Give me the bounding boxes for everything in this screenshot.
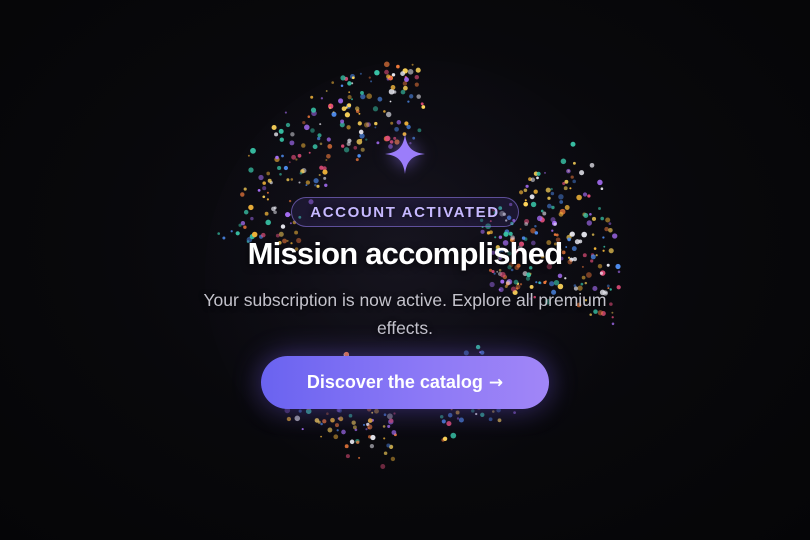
subtitle: Your subscription is now active. Explore… <box>203 290 607 338</box>
cta-label: Discover the catalog <box>306 372 483 392</box>
page-title: Mission accomplished <box>247 236 564 271</box>
arrow-right-icon: → <box>488 372 504 393</box>
sparkle-icon <box>385 134 425 174</box>
success-content: ACCOUNT ACTIVATED Mission accomplished Y… <box>0 0 810 540</box>
discover-catalog-button[interactable]: Discover the catalog → <box>261 356 549 409</box>
status-badge: ACCOUNT ACTIVATED <box>291 197 519 227</box>
success-screen: ACCOUNT ACTIVATED Mission accomplished Y… <box>0 0 810 540</box>
